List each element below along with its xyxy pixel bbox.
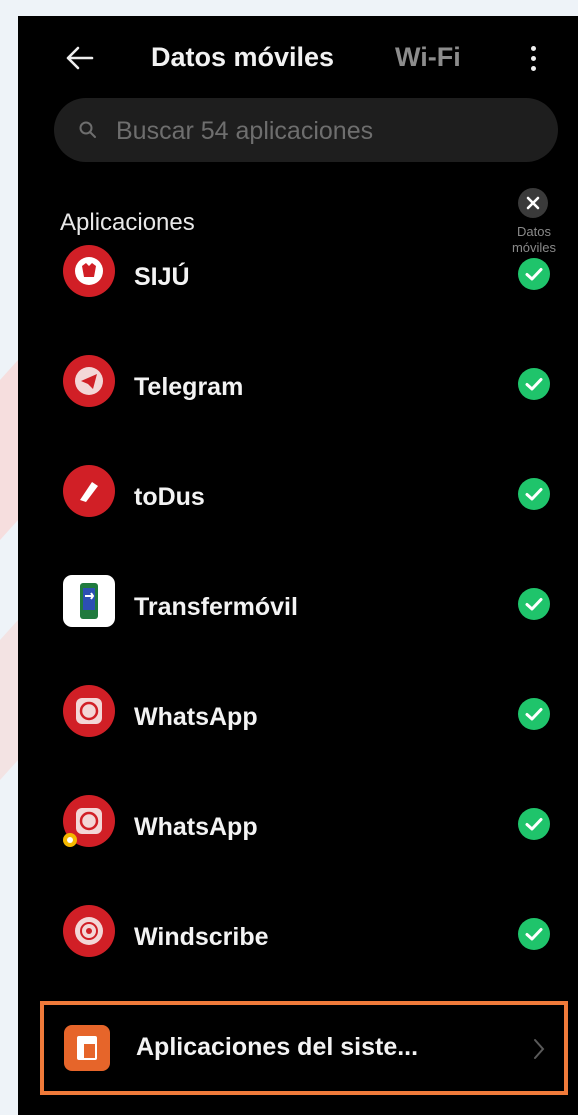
mobile-data-toggle[interactable] — [518, 368, 550, 400]
telegram-app-icon — [63, 355, 115, 407]
app-name: Telegram — [134, 373, 244, 401]
checkmark-icon — [525, 378, 543, 391]
system-apps-icon — [64, 1025, 110, 1071]
mobile-data-toggle[interactable] — [518, 258, 550, 290]
mobile-data-toggle[interactable] — [518, 478, 550, 510]
app-name: WhatsApp — [134, 703, 258, 731]
sijú-app-icon — [63, 245, 115, 297]
search-bar[interactable] — [54, 98, 558, 162]
chevron-right-icon — [534, 1039, 545, 1059]
mobile-data-toggle[interactable] — [518, 918, 550, 950]
list-item[interactable]: Telegram — [18, 342, 578, 452]
search-icon — [79, 121, 96, 138]
system-apps-item[interactable]: Aplicaciones del siste... — [40, 1001, 568, 1095]
whatsapp-dual-app-icon — [63, 795, 115, 847]
app-name: toDus — [134, 483, 205, 511]
checkmark-icon — [525, 708, 543, 721]
checkmark-icon — [525, 488, 543, 501]
list-item[interactable]: SIJÚ — [18, 232, 578, 342]
tab-wifi[interactable]: Wi-Fi — [395, 42, 461, 73]
app-name: Windscribe — [134, 923, 269, 951]
checkmark-icon — [525, 598, 543, 611]
disable-all-mobile-data-button[interactable] — [518, 188, 548, 218]
phone-screen: Datos móviles Wi-Fi Aplicaciones Datos m… — [18, 16, 578, 1115]
search-input[interactable] — [114, 112, 538, 150]
list-item[interactable]: toDus — [18, 452, 578, 562]
transfermovil-app-icon — [63, 575, 115, 627]
list-item[interactable]: WhatsApp — [18, 782, 578, 892]
mobile-data-toggle[interactable] — [518, 588, 550, 620]
tab-mobile-data[interactable]: Datos móviles — [151, 42, 334, 73]
mobile-data-toggle[interactable] — [518, 808, 550, 840]
windscribe-app-icon — [63, 905, 115, 957]
close-icon — [526, 196, 540, 210]
checkmark-icon — [525, 818, 543, 831]
app-name: WhatsApp — [134, 813, 258, 841]
more-options-icon[interactable] — [518, 40, 548, 76]
app-box-icon — [77, 1036, 97, 1060]
list-item[interactable]: Transfermóvil — [18, 562, 578, 672]
system-apps-label: Aplicaciones del siste... — [136, 1033, 419, 1061]
checkmark-icon — [525, 928, 543, 941]
todus-app-icon — [63, 465, 115, 517]
list-item[interactable]: WhatsApp — [18, 672, 578, 782]
checkmark-icon — [525, 268, 543, 281]
top-bar: Datos móviles Wi-Fi — [18, 16, 578, 100]
list-item[interactable]: Windscribe — [18, 892, 578, 1002]
back-arrow-icon[interactable] — [62, 40, 98, 76]
mobile-data-toggle[interactable] — [518, 698, 550, 730]
app-name: SIJÚ — [134, 263, 190, 291]
whatsapp-app-icon — [63, 685, 115, 737]
app-name: Transfermóvil — [134, 593, 298, 621]
